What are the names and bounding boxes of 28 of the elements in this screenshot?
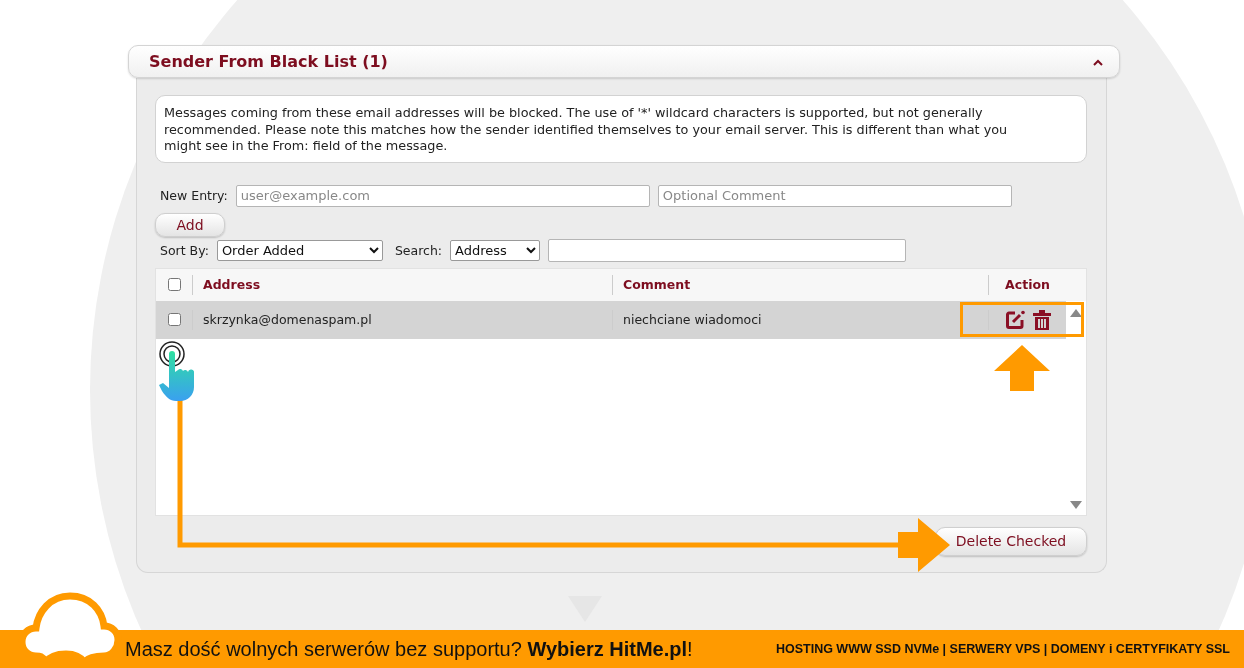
- comment-cell: niechciane wiadomoci: [612, 309, 988, 330]
- search-field-select[interactable]: Address: [450, 239, 541, 261]
- column-header: Action: [988, 274, 1066, 295]
- comment-input[interactable]: Optional Comment: [657, 184, 1012, 207]
- column-header: Address: [192, 274, 612, 295]
- address-cell: skrzynka@domenaspam.pl: [192, 309, 612, 330]
- sort-label: Sort By:: [160, 242, 209, 258]
- add-button[interactable]: Add: [155, 212, 225, 237]
- address-input[interactable]: user@example.com: [235, 184, 650, 207]
- column-header: Comment: [612, 274, 988, 295]
- trash-icon[interactable]: [1032, 309, 1051, 330]
- row-checkbox[interactable]: [167, 313, 181, 326]
- up-arrow-icon: [994, 345, 1050, 391]
- scroll-down-icon[interactable]: [1070, 500, 1082, 509]
- edit-icon[interactable]: [1004, 309, 1025, 330]
- sort-select[interactable]: Order Added: [216, 239, 383, 261]
- delete-checked-button[interactable]: Delete Checked: [935, 526, 1087, 556]
- description-text: Messages coming from these email addresses will be blocked. The use of '*' wildcard characters is supported, but not generally recommended. Please note this matches how the sender identified themselves to your email server. This is different than what you might see in the From: field of the message.: [155, 95, 1087, 163]
- search-input[interactable]: [548, 238, 907, 262]
- select-all-checkbox[interactable]: [167, 278, 181, 291]
- panel-title: Sender From Black List (1): [149, 52, 388, 71]
- panel-header[interactable]: Sender From Black List (1): [128, 45, 1120, 78]
- search-label: Search:: [394, 242, 443, 258]
- new-entry-label: New Entry:: [160, 188, 228, 203]
- banner-slogan: Masz dość wolnych serwerów bez supportu? Wybierz HitMe.pl!: [125, 637, 693, 661]
- services-text: HOSTING WWW SSD NVMe | SERWERY VPS | DOMENY i CERTYFIKATY SSL: [775, 642, 1230, 656]
- scroll-up-icon[interactable]: [1070, 308, 1082, 317]
- chevron-up-icon[interactable]: [1093, 59, 1103, 66]
